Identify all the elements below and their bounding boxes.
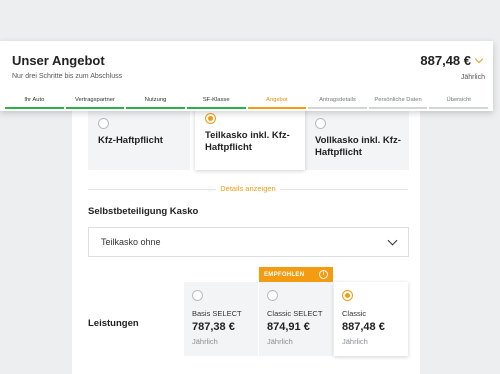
plan-price: 887,48 € [342, 321, 385, 333]
step-bar [308, 107, 367, 109]
radio-unchecked-icon[interactable] [98, 118, 109, 129]
step-bar [65, 107, 125, 109]
recommended-badge-label: EMPFOHLEN [264, 271, 305, 278]
step-persoenliche-daten: Persönliche Daten [368, 95, 428, 111]
chevron-down-icon[interactable] [474, 54, 484, 64]
step-label: Antragsdetails [319, 97, 356, 103]
recommended-badge: EMPFOHLEN i [259, 267, 333, 282]
deductible-select-value: Teilkasko ohne [101, 237, 161, 247]
step-label: Angebot [266, 97, 288, 103]
step-sf-klasse[interactable]: SF-Klasse [186, 95, 246, 111]
step-bar [126, 107, 185, 109]
radio-unchecked-icon[interactable] [192, 290, 203, 301]
step-vertragspartner[interactable]: Vertragspartner [65, 95, 125, 111]
offer-summary-header: Unser Angebot Nur drei Schritte bis zum … [0, 41, 493, 111]
coverage-option-label: Vollkasko inkl. Kfz-Haftpflicht [315, 135, 401, 158]
total-price[interactable]: 887,48 € [420, 53, 471, 68]
progress-steps: Ihr Auto Vertragspartner Nutzung SF-Klas… [4, 95, 489, 111]
radio-unchecked-icon[interactable] [267, 290, 278, 301]
step-bar [429, 107, 488, 109]
step-angebot[interactable]: Angebot [247, 95, 307, 111]
plan-name: Basis SELECT [192, 309, 242, 318]
chevron-down-icon [387, 235, 398, 246]
coverage-option-haftpflicht[interactable]: Kfz-Haftpflicht [88, 110, 190, 170]
step-uebersicht: Übersicht [429, 95, 488, 111]
benefits-label: Leistungen [88, 318, 139, 329]
coverage-option-vollkasko[interactable]: Vollkasko inkl. Kfz-Haftpflicht [305, 110, 409, 170]
step-ihr-auto[interactable]: Ihr Auto [5, 95, 64, 111]
step-label: Übersicht [446, 97, 471, 103]
radio-checked-icon[interactable] [205, 113, 216, 124]
step-bar [186, 107, 246, 109]
step-nutzung[interactable]: Nutzung [126, 95, 185, 111]
plan-name: Classic [342, 309, 367, 318]
deductible-title: Selbstbeteiligung Kasko [88, 206, 199, 217]
radio-unchecked-icon[interactable] [315, 118, 326, 129]
coverage-option-teilkasko[interactable]: Teilkasko inkl. Kfz-Haftpflicht [195, 105, 305, 170]
price-period: Jährlich [460, 74, 485, 81]
details-divider: Details anzeigen [88, 183, 408, 195]
plan-price: 874,91 € [267, 321, 310, 333]
plan-card-basis-select[interactable]: Basis SELECT 787,38 € Jährlich [184, 282, 258, 356]
step-label: Vertragspartner [74, 97, 115, 103]
step-label: SF-Klasse [202, 97, 230, 103]
coverage-option-label: Teilkasko inkl. Kfz-Haftpflicht [205, 130, 290, 153]
step-label: Ihr Auto [24, 97, 45, 103]
plan-price: 787,38 € [192, 321, 235, 333]
page-subtitle: Nur drei Schritte bis zum Abschluss [12, 73, 123, 80]
info-icon[interactable]: i [319, 270, 328, 279]
divider-line [280, 189, 408, 190]
radio-checked-icon[interactable] [342, 290, 353, 301]
step-antragsdetails: Antragsdetails [308, 95, 367, 111]
plan-period: Jährlich [192, 337, 218, 346]
page-title: Unser Angebot [12, 53, 105, 68]
plan-card-classic[interactable]: Classic 887,48 € Jährlich [334, 282, 408, 356]
step-label: Persönliche Daten [374, 97, 422, 103]
plan-card-classic-select[interactable]: Classic SELECT 874,91 € Jährlich [259, 282, 333, 356]
plan-name: Classic SELECT [267, 309, 323, 318]
step-bar [5, 107, 64, 109]
coverage-option-label: Kfz-Haftpflicht [98, 135, 163, 146]
plan-period: Jährlich [267, 337, 293, 346]
step-bar [368, 107, 428, 109]
plan-period: Jährlich [342, 337, 368, 346]
step-bar [247, 107, 307, 109]
step-label: Nutzung [144, 97, 167, 103]
deductible-select[interactable]: Teilkasko ohne [88, 227, 409, 257]
